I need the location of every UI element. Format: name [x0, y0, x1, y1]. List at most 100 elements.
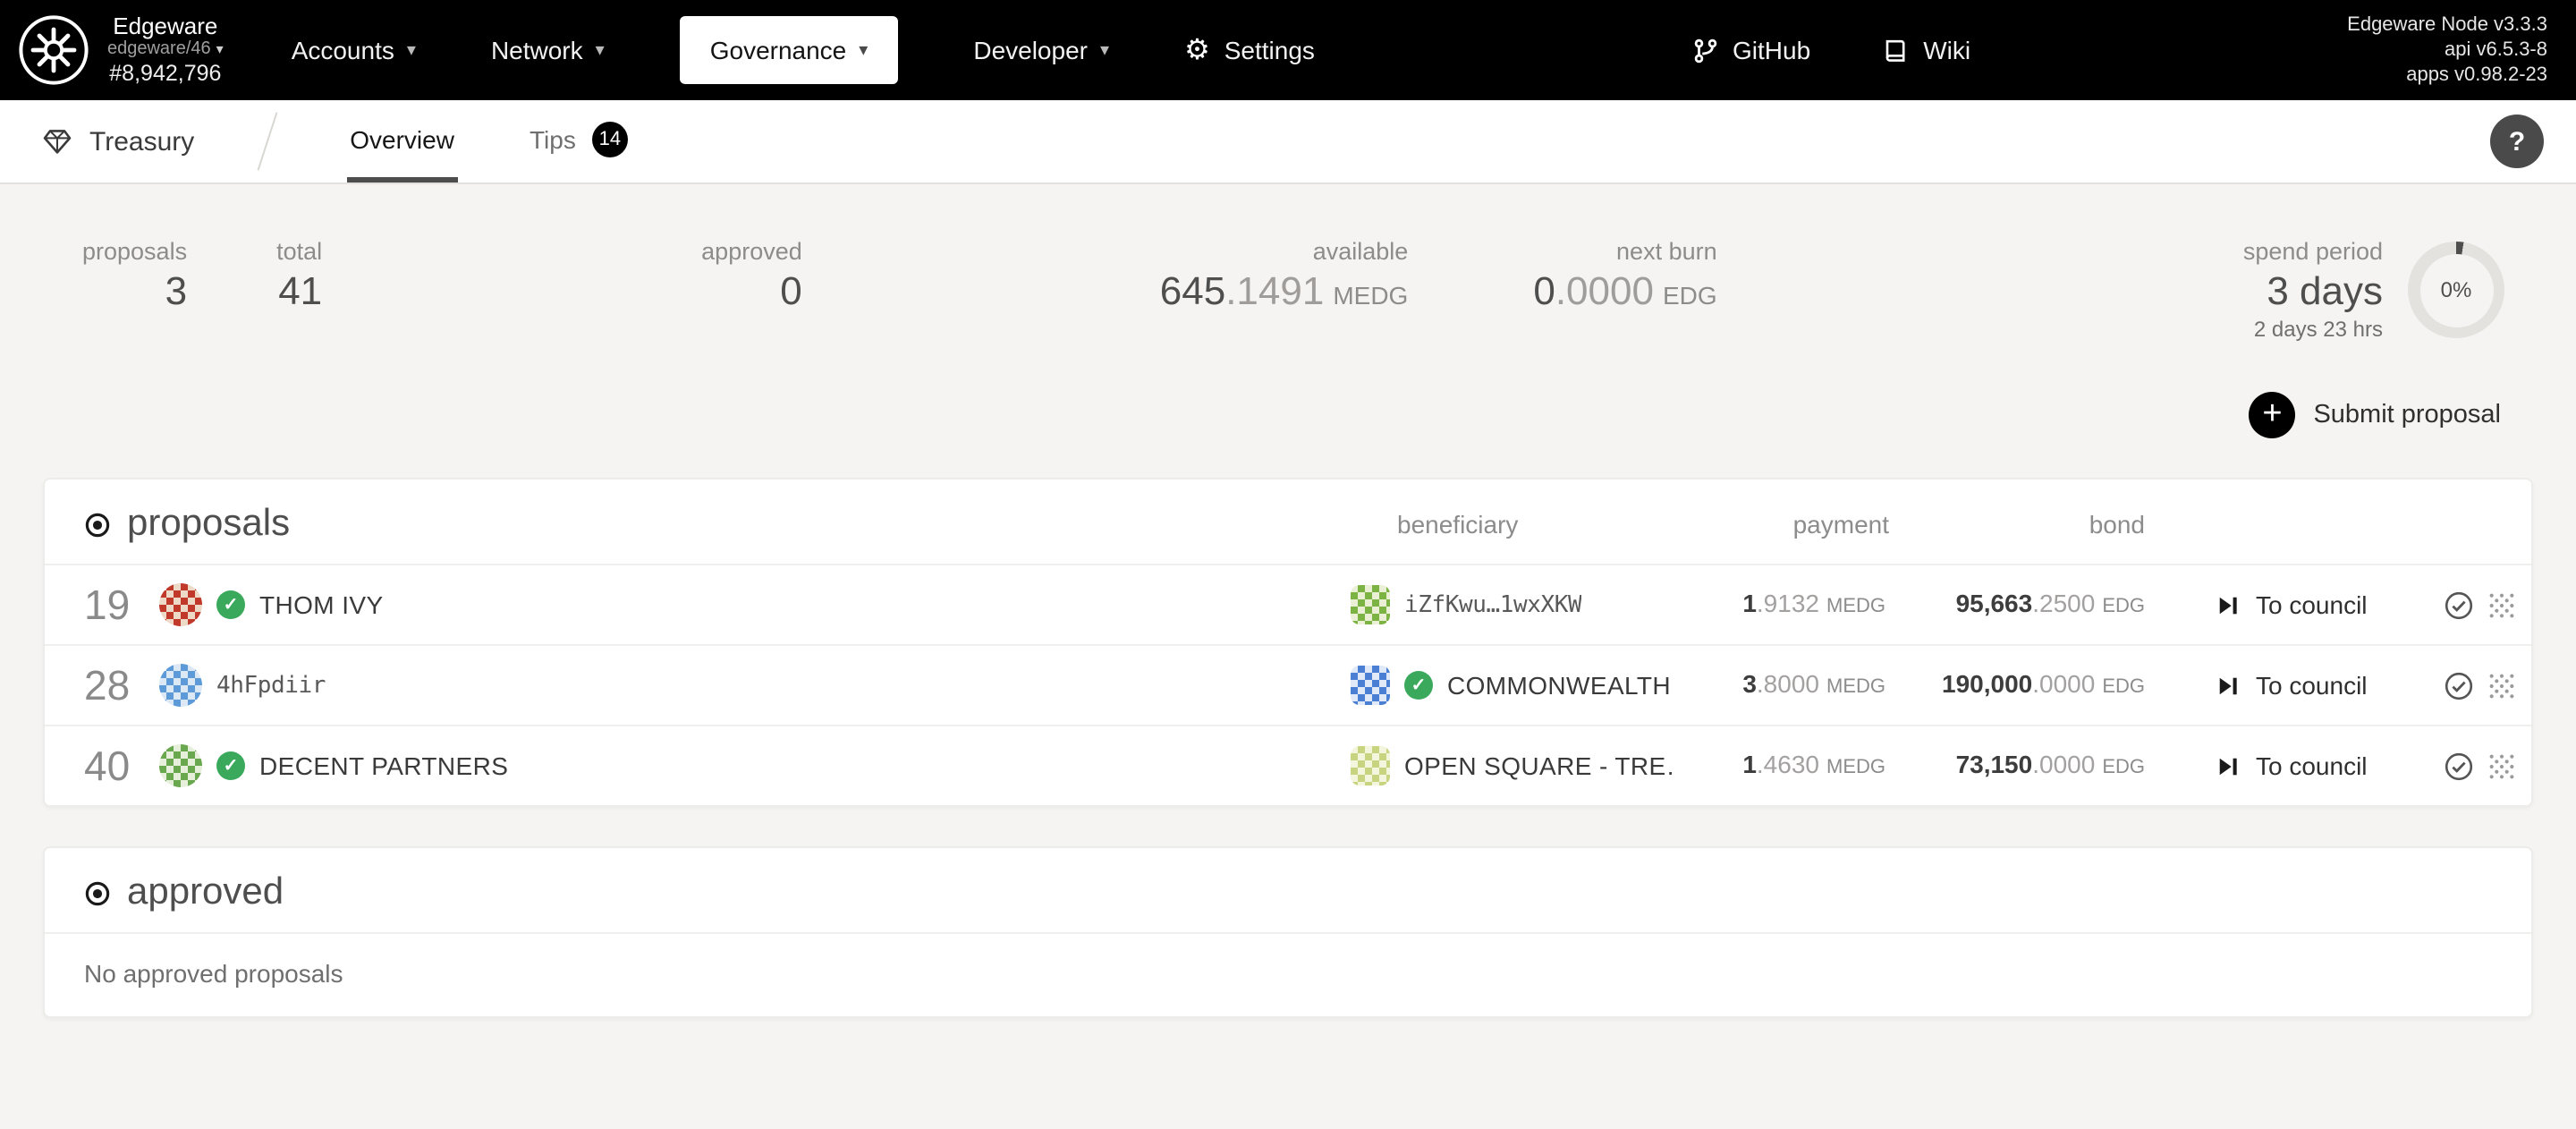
proposal-status: To council — [2148, 590, 2381, 619]
approved-section-title: approved — [45, 871, 1343, 914]
menu-settings[interactable]: ⚙ Settings — [1184, 13, 1315, 88]
bond-amount: 190,000.0000 EDG — [1942, 669, 2145, 699]
stat-approved: approved 0 — [701, 238, 802, 313]
payment-amount: 1.4630 MEDG — [1742, 750, 1885, 779]
payment-amount: 3.8000 MEDG — [1742, 669, 1885, 699]
verified-check-icon: ✓ — [216, 590, 245, 620]
hash-dots-icon[interactable] — [2487, 670, 2517, 700]
network-selector[interactable]: Edgeware edgeware/46 ▾ #8,942,796 — [18, 12, 224, 88]
stat-proposals: proposals 3 — [82, 238, 188, 313]
chevron-down-icon: ▾ — [406, 40, 416, 60]
version-info: Edgeware Node v3.3.3 api v6.5.3-8 apps v… — [2347, 12, 2547, 89]
menu-network[interactable]: Network ▾ — [491, 16, 605, 84]
gear-icon: ⚙ — [1184, 36, 1210, 66]
chevron-down-icon: ▾ — [859, 40, 869, 60]
identicon[interactable] — [1351, 585, 1390, 625]
identicon[interactable] — [1351, 746, 1390, 786]
proposal-status: To council — [2148, 751, 2381, 780]
bond-amount: 73,150.0000 EDG — [1955, 750, 2145, 779]
tabs: Overview Tips 14 — [346, 100, 631, 183]
payment-amount: 1.9132 MEDG — [1742, 589, 1885, 618]
proposals-table-header: proposals beneficiary payment bond — [45, 480, 2531, 564]
divider — [256, 112, 277, 171]
best-block-number: #8,942,796 — [109, 61, 222, 87]
menu-accounts[interactable]: Accounts ▾ — [292, 16, 416, 84]
column-header-beneficiary: beneficiary — [1397, 510, 1519, 539]
beneficiary-account[interactable]: iZfKwu…1wxXKW — [1343, 585, 1674, 625]
identicon[interactable] — [159, 744, 202, 788]
node-version: Edgeware Node v3.3.3 — [2347, 13, 2547, 36]
identicon[interactable] — [1351, 666, 1390, 706]
tab-tips[interactable]: Tips 14 — [526, 100, 631, 183]
vote-approve-icon[interactable] — [2444, 670, 2474, 700]
proposal-id: 40 — [84, 742, 131, 789]
stat-available: available 645.1491 MEDG — [1159, 238, 1409, 313]
vote-approve-icon[interactable] — [2444, 751, 2474, 781]
chevron-down-icon: ▾ — [1100, 40, 1110, 60]
wiki-link[interactable]: Wiki — [1882, 36, 1970, 64]
api-version: api v6.5.3-8 — [2445, 38, 2547, 61]
hash-dots-icon[interactable] — [2487, 751, 2517, 781]
section-bullet-icon — [85, 881, 110, 905]
question-mark-icon: ? — [2508, 126, 2526, 157]
wiki-book-icon — [1885, 38, 1905, 61]
column-header-bond: bond — [2089, 510, 2145, 539]
column-header-payment: payment — [1792, 510, 1889, 539]
menu-governance[interactable]: Governance ▾ — [679, 16, 899, 84]
to-council-step-icon — [2219, 677, 2237, 694]
proposals-section-title: proposals — [45, 503, 1343, 546]
external-links: GitHub Wiki — [1691, 36, 1970, 64]
proposal-id: 28 — [84, 661, 131, 709]
proposal-row: 28 4hFpdiir ✓ COMMONWEALTH 3.8000 MEDG 19… — [45, 644, 2531, 725]
spend-period-progress-ring: 0% — [2408, 242, 2504, 338]
bond-amount: 95,663.2500 EDG — [1955, 589, 2145, 618]
top-nav-bar: Edgeware edgeware/46 ▾ #8,942,796 Account… — [0, 0, 2576, 100]
menu-developer[interactable]: Developer ▾ — [973, 16, 1109, 84]
chevron-down-icon: ▾ — [216, 41, 224, 58]
treasury-summary: proposals 3 total 41 approved 0 availabl… — [0, 184, 2576, 342]
stat-spend-period: spend period 3 days 2 days 23 hrs 0% — [2243, 238, 2504, 342]
submit-proposal-button[interactable]: Submit proposal — [2313, 401, 2501, 429]
help-button[interactable]: ? — [2490, 115, 2544, 168]
proposer-account[interactable]: ✓ THOM IVY — [159, 583, 1343, 627]
proposal-row: 19 ✓ THOM IVY iZfKwu…1wxXKW 1.9132 MEDG 9… — [45, 564, 2531, 644]
hash-dots-icon[interactable] — [2487, 590, 2517, 620]
identicon[interactable] — [159, 664, 202, 708]
identicon[interactable] — [159, 583, 202, 627]
verified-check-icon: ✓ — [1404, 671, 1433, 700]
tips-count-badge: 14 — [591, 121, 628, 157]
github-branch-icon — [1693, 38, 1716, 63]
treasury-gem-icon — [43, 130, 72, 154]
to-council-step-icon — [2219, 758, 2237, 775]
network-name: Edgeware — [113, 12, 218, 39]
endpoint-selector[interactable]: edgeware/46 ▾ — [107, 40, 224, 62]
spend-period-percent: 0% — [2419, 253, 2493, 327]
apps-version: apps v0.98.2-23 — [2406, 64, 2547, 87]
empty-state-message: No approved proposals — [45, 932, 2531, 1016]
section-title: Treasury — [43, 100, 194, 183]
proposal-status: To council — [2148, 671, 2381, 700]
beneficiary-account[interactable]: OPEN SQUARE - TRE… — [1343, 746, 1674, 786]
vote-approve-icon[interactable] — [2444, 590, 2474, 620]
tab-overview[interactable]: Overview — [346, 100, 458, 183]
main-menu: Accounts ▾ Network ▾ Governance ▾ Developer… — [292, 13, 1315, 88]
page: Edgeware edgeware/46 ▾ #8,942,796 Account… — [0, 0, 2576, 1129]
proposal-id: 19 — [84, 581, 131, 628]
beneficiary-account[interactable]: ✓ COMMONWEALTH — [1343, 666, 1674, 706]
approved-table: approved No approved proposals — [43, 846, 2533, 1019]
stat-next-burn: next burn 0.0000 EDG — [1533, 238, 1717, 313]
chevron-down-icon: ▾ — [595, 40, 605, 60]
verified-check-icon: ✓ — [216, 751, 245, 781]
proposer-account[interactable]: ✓ DECENT PARTNERS — [159, 744, 1343, 788]
proposal-row: 40 ✓ DECENT PARTNERS OPEN SQUARE - TRE… … — [45, 725, 2531, 805]
to-council-step-icon — [2219, 597, 2237, 614]
stat-total: total 41 — [276, 238, 323, 313]
edgeware-logo-icon — [19, 15, 89, 85]
approved-table-header: approved — [45, 848, 2531, 932]
proposer-account[interactable]: 4hFpdiir — [159, 664, 1343, 708]
github-link[interactable]: GitHub — [1691, 36, 1810, 64]
actions-row: + Submit proposal — [0, 342, 2576, 439]
section-bullet-icon — [85, 513, 110, 537]
proposals-table: proposals beneficiary payment bond 19 ✓ … — [43, 478, 2533, 808]
plus-icon[interactable]: + — [2249, 392, 2296, 439]
